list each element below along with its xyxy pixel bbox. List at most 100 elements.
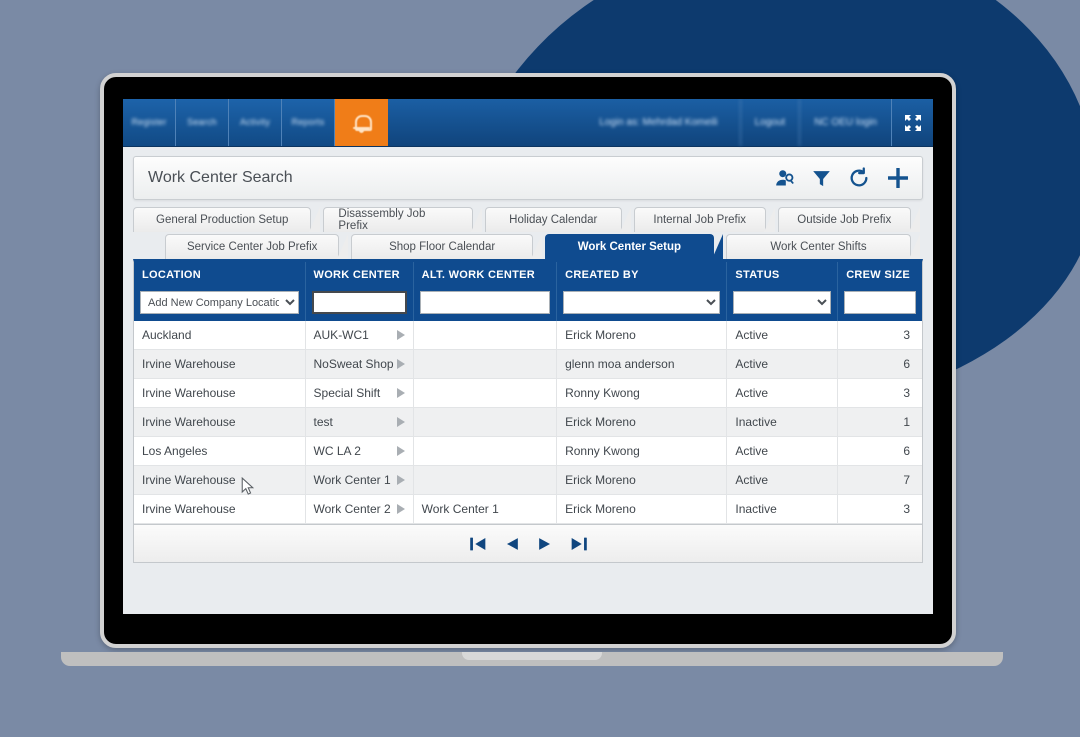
tab-holiday-calendar[interactable]: Holiday Calendar [484, 207, 632, 232]
column-header-location[interactable]: LOCATION [134, 262, 306, 288]
play-forward-icon [538, 537, 550, 550]
work-center-table: LOCATION WORK CENTER ALT. WORK CENTER CR… [134, 262, 922, 524]
filter-icon[interactable] [811, 168, 832, 189]
company-selector[interactable]: NC OEU login [799, 99, 891, 146]
tab-outside-job-prefix[interactable]: Outside Job Prefix [777, 207, 920, 232]
cell-crew-size: 6 [837, 349, 922, 379]
column-header-status[interactable]: STATUS [726, 262, 838, 288]
table-header-row: LOCATION WORK CENTER ALT. WORK CENTER CR… [134, 262, 922, 288]
column-header-created-by[interactable]: CREATED BY [556, 262, 728, 288]
cell-created-by: Erick Moreno [556, 494, 728, 524]
pagination-bar [133, 525, 923, 563]
laptop-mockup: Register Search Activity Reports Login a… [61, 73, 1003, 666]
login-as-label: Login as: Mehrdad Komeili [599, 117, 718, 128]
tab-service-center-job-prefix[interactable]: Service Center Job Prefix [165, 234, 349, 259]
laptop-base [61, 652, 1003, 666]
cell-location: Irvine Warehouse [134, 407, 306, 437]
fullscreen-button[interactable] [891, 99, 933, 146]
expand-row-icon[interactable] [396, 388, 405, 398]
expand-row-icon[interactable] [396, 330, 405, 340]
bell-icon [352, 113, 372, 133]
play-back-icon [506, 537, 518, 550]
refresh-icon[interactable] [848, 167, 870, 189]
fullscreen-icon [904, 114, 921, 131]
column-header-alt-work-center[interactable]: ALT. WORK CENTER [413, 262, 558, 288]
cell-crew-size: 3 [837, 321, 922, 350]
top-navigation-bar: Register Search Activity Reports Login a… [123, 99, 933, 147]
expand-row-icon[interactable] [396, 504, 405, 514]
cell-work-center: AUK-WC1 [305, 321, 414, 350]
work-center-results-grid: LOCATION WORK CENTER ALT. WORK CENTER CR… [133, 259, 923, 525]
page-title-bar: Work Center Search [133, 156, 923, 200]
table-row[interactable]: Irvine Warehouse Work Center 2 Work Center… [134, 494, 922, 524]
table-row[interactable]: Irvine Warehouse test Erick Moreno Inactive… [134, 407, 922, 437]
cell-work-center: WC LA 2 [305, 436, 414, 466]
title-action-icons [774, 166, 910, 190]
cell-location: Irvine Warehouse [134, 494, 306, 524]
filter-cell-work-center [305, 288, 414, 321]
cell-alt-work-center [413, 349, 558, 379]
cell-crew-size: 6 [837, 436, 922, 466]
table-row[interactable]: Auckland AUK-WC1 Erick Moreno Active 3 [134, 321, 922, 350]
cell-crew-size: 7 [837, 465, 922, 495]
expand-row-icon[interactable] [396, 417, 405, 427]
nav-item-search[interactable]: Search [176, 99, 229, 146]
tab-work-center-shifts[interactable]: Work Center Shifts [725, 234, 921, 259]
column-header-crew-size[interactable]: CREW SIZE [837, 262, 922, 288]
table-row[interactable]: Los Angeles WC LA 2 Ronny Kwong Active 6 [134, 436, 922, 466]
cell-crew-size: 3 [837, 494, 922, 524]
nav-item-reports[interactable]: Reports [282, 99, 335, 146]
filter-cell-alt-work-center [413, 288, 558, 321]
nav-item-reports-label: Reports [291, 116, 325, 127]
cell-status: Active [726, 465, 838, 495]
nav-item-activity[interactable]: Activity [229, 99, 282, 146]
location-filter-select[interactable]: Add New Company Location [140, 291, 299, 314]
tab-disassembly-job-prefix[interactable]: Disassembly Job Prefix [323, 207, 482, 232]
work-center-filter-input[interactable] [311, 291, 407, 314]
nav-item-register[interactable]: Register [123, 99, 176, 146]
expand-row-icon[interactable] [396, 446, 405, 456]
cell-alt-work-center [413, 321, 558, 350]
status-filter-select[interactable] [733, 291, 831, 314]
cell-location: Irvine Warehouse [134, 465, 306, 495]
expand-row-icon[interactable] [396, 359, 405, 369]
tab-shop-floor-calendar[interactable]: Shop Floor Calendar [351, 234, 542, 259]
cell-status: Active [726, 321, 838, 350]
crew-size-filter-input[interactable] [843, 291, 916, 314]
nav-item-alerts[interactable] [335, 99, 388, 146]
cell-status: Active [726, 378, 838, 408]
cell-alt-work-center [413, 436, 558, 466]
nav-right-group: Login as: Mehrdad Komeili Logout NC OEU … [585, 99, 933, 146]
cell-created-by: glenn moa anderson [556, 349, 728, 379]
first-page-button[interactable] [467, 533, 489, 555]
column-header-work-center[interactable]: WORK CENTER [305, 262, 414, 288]
cell-work-center: NoSweat Shop [305, 349, 414, 379]
page-title: Work Center Search [148, 169, 293, 186]
skip-back-icon [469, 537, 485, 550]
add-icon[interactable] [886, 166, 910, 190]
user-search-icon[interactable] [774, 168, 795, 189]
alt-work-center-filter-input[interactable] [419, 291, 551, 314]
created-by-filter-select[interactable] [563, 291, 721, 314]
expand-row-icon[interactable] [396, 475, 405, 485]
tab-internal-job-prefix[interactable]: Internal Job Prefix [633, 207, 775, 232]
cell-location: Irvine Warehouse [134, 378, 306, 408]
table-row[interactable]: Irvine Warehouse Special Shift Ronny Kwong… [134, 378, 922, 408]
next-page-button[interactable] [535, 534, 555, 554]
filter-cell-crew-size [837, 288, 922, 321]
tab-row-1: General Production Setup Disassembly Job… [133, 207, 923, 232]
application-screen: Register Search Activity Reports Login a… [123, 99, 933, 614]
table-head: LOCATION WORK CENTER ALT. WORK CENTER CR… [134, 262, 922, 321]
last-page-button[interactable] [568, 533, 590, 555]
nav-item-search-label: Search [187, 116, 217, 127]
tab-general-production-setup[interactable]: General Production Setup [133, 207, 321, 232]
cell-work-center: Work Center 2 [305, 494, 414, 524]
previous-page-button[interactable] [502, 534, 522, 554]
table-row[interactable]: Irvine Warehouse Work Center 1 Erick Moren… [134, 465, 922, 495]
tab-work-center-setup[interactable]: Work Center Setup [544, 234, 723, 259]
table-row[interactable]: Irvine Warehouse NoSweat Shop glenn moa an… [134, 349, 922, 379]
logout-button[interactable]: Logout [739, 99, 800, 146]
cell-work-center: Work Center 1 [305, 465, 414, 495]
cell-location: Irvine Warehouse [134, 349, 306, 379]
